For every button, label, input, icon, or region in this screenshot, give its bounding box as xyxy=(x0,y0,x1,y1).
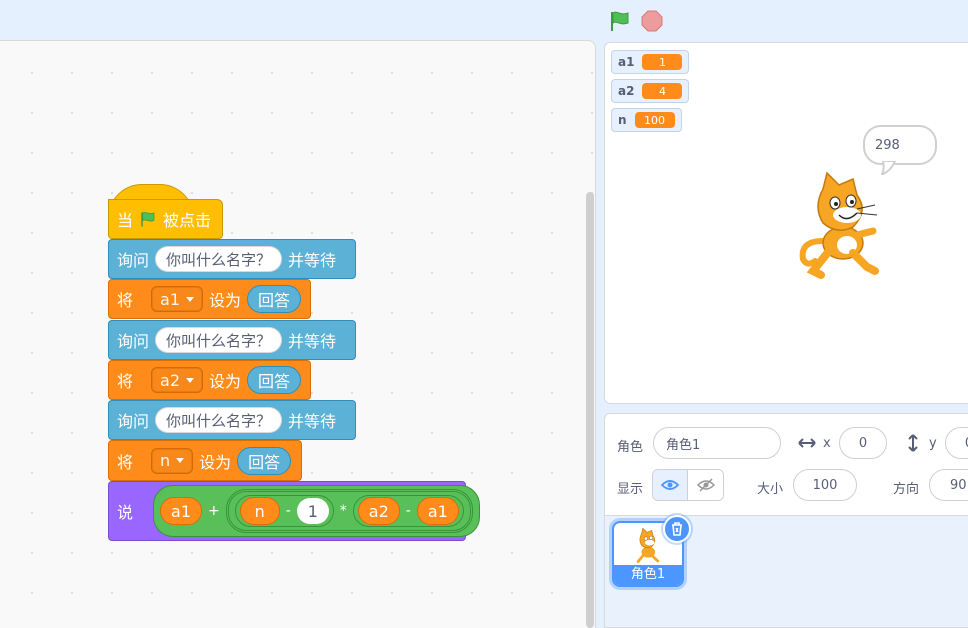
set-label: 将 xyxy=(117,291,134,310)
plus-symbol: + xyxy=(208,503,220,519)
add-operator[interactable]: a1 + n - 1 * a2 - a1 xyxy=(153,485,480,537)
variable-reporter[interactable]: a2 xyxy=(357,497,400,525)
hat-clicked-label: 被点击 xyxy=(163,211,212,230)
multiply-operator[interactable]: n - 1 * a2 - a1 xyxy=(225,489,473,533)
x-arrows-icon xyxy=(798,438,816,448)
variable-reporter[interactable]: n xyxy=(239,497,280,525)
delete-sprite-button[interactable] xyxy=(663,515,691,543)
variable-reporter[interactable]: a1 xyxy=(416,497,459,525)
set-variable-block[interactable]: 将 a1 设为 回答 xyxy=(108,279,311,319)
variable-name: n xyxy=(160,451,171,470)
direction-label: 方向 xyxy=(893,482,920,497)
y-arrows-icon xyxy=(908,434,918,452)
set-variable-block[interactable]: 将 n 设为 回答 xyxy=(108,440,302,481)
set-to-label: 设为 xyxy=(199,452,232,472)
hide-button[interactable] xyxy=(688,470,723,500)
x-value: 0 xyxy=(858,435,868,451)
speech-bubble-text: 298 xyxy=(875,137,900,153)
ask-question-input[interactable]: 你叫什么名字？ xyxy=(155,246,283,272)
answer-reporter[interactable]: 回答 xyxy=(247,285,302,313)
variable-monitor[interactable]: a2 4 xyxy=(611,79,690,103)
green-flag-icon xyxy=(141,211,155,227)
eye-slash-icon xyxy=(696,478,715,492)
set-to-label: 设为 xyxy=(209,372,242,391)
caret-down-icon xyxy=(186,296,194,302)
caret-down-icon xyxy=(176,458,185,463)
ask-label: 询问 xyxy=(117,332,150,351)
y-label: y xyxy=(929,436,937,451)
size-field[interactable]: 100 xyxy=(793,469,857,501)
minus-symbol: - xyxy=(405,503,411,519)
stop-icon[interactable] xyxy=(640,9,664,33)
direction-value: 90 xyxy=(950,477,967,493)
ask-label: 询问 xyxy=(117,412,150,431)
variable-name: a2 xyxy=(160,370,180,390)
eye-icon xyxy=(661,480,679,490)
monitor-value: 1 xyxy=(642,54,683,70)
say-block[interactable]: 说 a1 + n - 1 * a2 - a1 xyxy=(108,481,480,541)
ask-and-wait-block[interactable]: 询问 你叫什么名字？ 并等待 xyxy=(108,320,356,360)
sprite-label: 角色 xyxy=(617,440,644,455)
ask-wait-label: 并等待 xyxy=(288,412,337,431)
ask-and-wait-block[interactable]: 询问 你叫什么名字？ 并等待 xyxy=(108,239,356,279)
ask-label: 询问 xyxy=(117,251,150,270)
stage[interactable]: a1 1 a2 4 n 100 298 xyxy=(604,42,968,404)
trash-icon xyxy=(672,522,682,536)
monitor-label: a2 xyxy=(618,84,635,98)
cat-sprite-icon[interactable] xyxy=(795,171,895,279)
answer-reporter[interactable]: 回答 xyxy=(237,446,292,475)
say-label: 说 xyxy=(117,503,134,522)
variable-name: a1 xyxy=(160,289,180,309)
hat-when-label: 当 xyxy=(117,211,134,230)
code-scrollbar[interactable] xyxy=(586,192,594,628)
sprite-thumb-label: 角色1 xyxy=(614,565,682,585)
show-button[interactable] xyxy=(653,470,688,500)
ask-wait-label: 并等待 xyxy=(288,332,337,351)
direction-field[interactable]: 90 xyxy=(929,469,968,501)
minus-symbol: - xyxy=(285,503,291,519)
size-label: 大小 xyxy=(757,482,784,497)
size-value: 100 xyxy=(812,477,838,493)
speech-bubble: 298 xyxy=(863,125,937,165)
answer-reporter[interactable]: 回答 xyxy=(247,366,302,394)
variable-monitor[interactable]: a1 1 xyxy=(611,50,690,74)
sprite-name-field[interactable]: 角色1 xyxy=(653,427,781,459)
variable-dropdown[interactable]: a1 xyxy=(151,286,203,312)
variable-dropdown[interactable]: n xyxy=(151,447,194,474)
x-label: x xyxy=(823,436,831,451)
set-label: 将 xyxy=(117,372,134,391)
ask-question-input[interactable]: 你叫什么名字？ xyxy=(155,327,283,353)
x-field[interactable]: 0 xyxy=(839,427,887,459)
show-label: 显示 xyxy=(617,482,644,497)
ask-question-input[interactable]: 你叫什么名字？ xyxy=(155,407,283,433)
times-symbol: * xyxy=(339,503,347,519)
when-flag-clicked-block[interactable]: 当 被点击 xyxy=(108,199,223,239)
variable-monitor[interactable]: n 100 xyxy=(611,108,682,132)
set-label: 将 xyxy=(117,452,134,472)
visibility-toggle[interactable] xyxy=(652,469,724,501)
subtract-operator[interactable]: a2 - a1 xyxy=(352,495,464,527)
cat-sprite-icon xyxy=(636,527,660,563)
monitor-label: a1 xyxy=(618,55,635,69)
monitor-value: 100 xyxy=(634,112,675,128)
caret-down-icon xyxy=(186,377,194,383)
monitor-label: n xyxy=(618,113,627,127)
ask-wait-label: 并等待 xyxy=(288,251,337,270)
green-flag-icon[interactable] xyxy=(608,9,632,33)
set-to-label: 设为 xyxy=(209,291,242,310)
sprite-name-value: 角色1 xyxy=(666,437,701,453)
number-input[interactable]: 1 xyxy=(296,498,329,524)
subtract-operator[interactable]: n - 1 xyxy=(234,495,334,527)
variable-reporter[interactable]: a1 xyxy=(160,497,202,525)
variable-dropdown[interactable]: a2 xyxy=(151,367,203,393)
monitor-value: 4 xyxy=(642,83,683,99)
set-variable-block[interactable]: 将 a2 设为 回答 xyxy=(108,360,311,400)
ask-and-wait-block[interactable]: 询问 你叫什么名字？ 并等待 xyxy=(108,400,356,440)
